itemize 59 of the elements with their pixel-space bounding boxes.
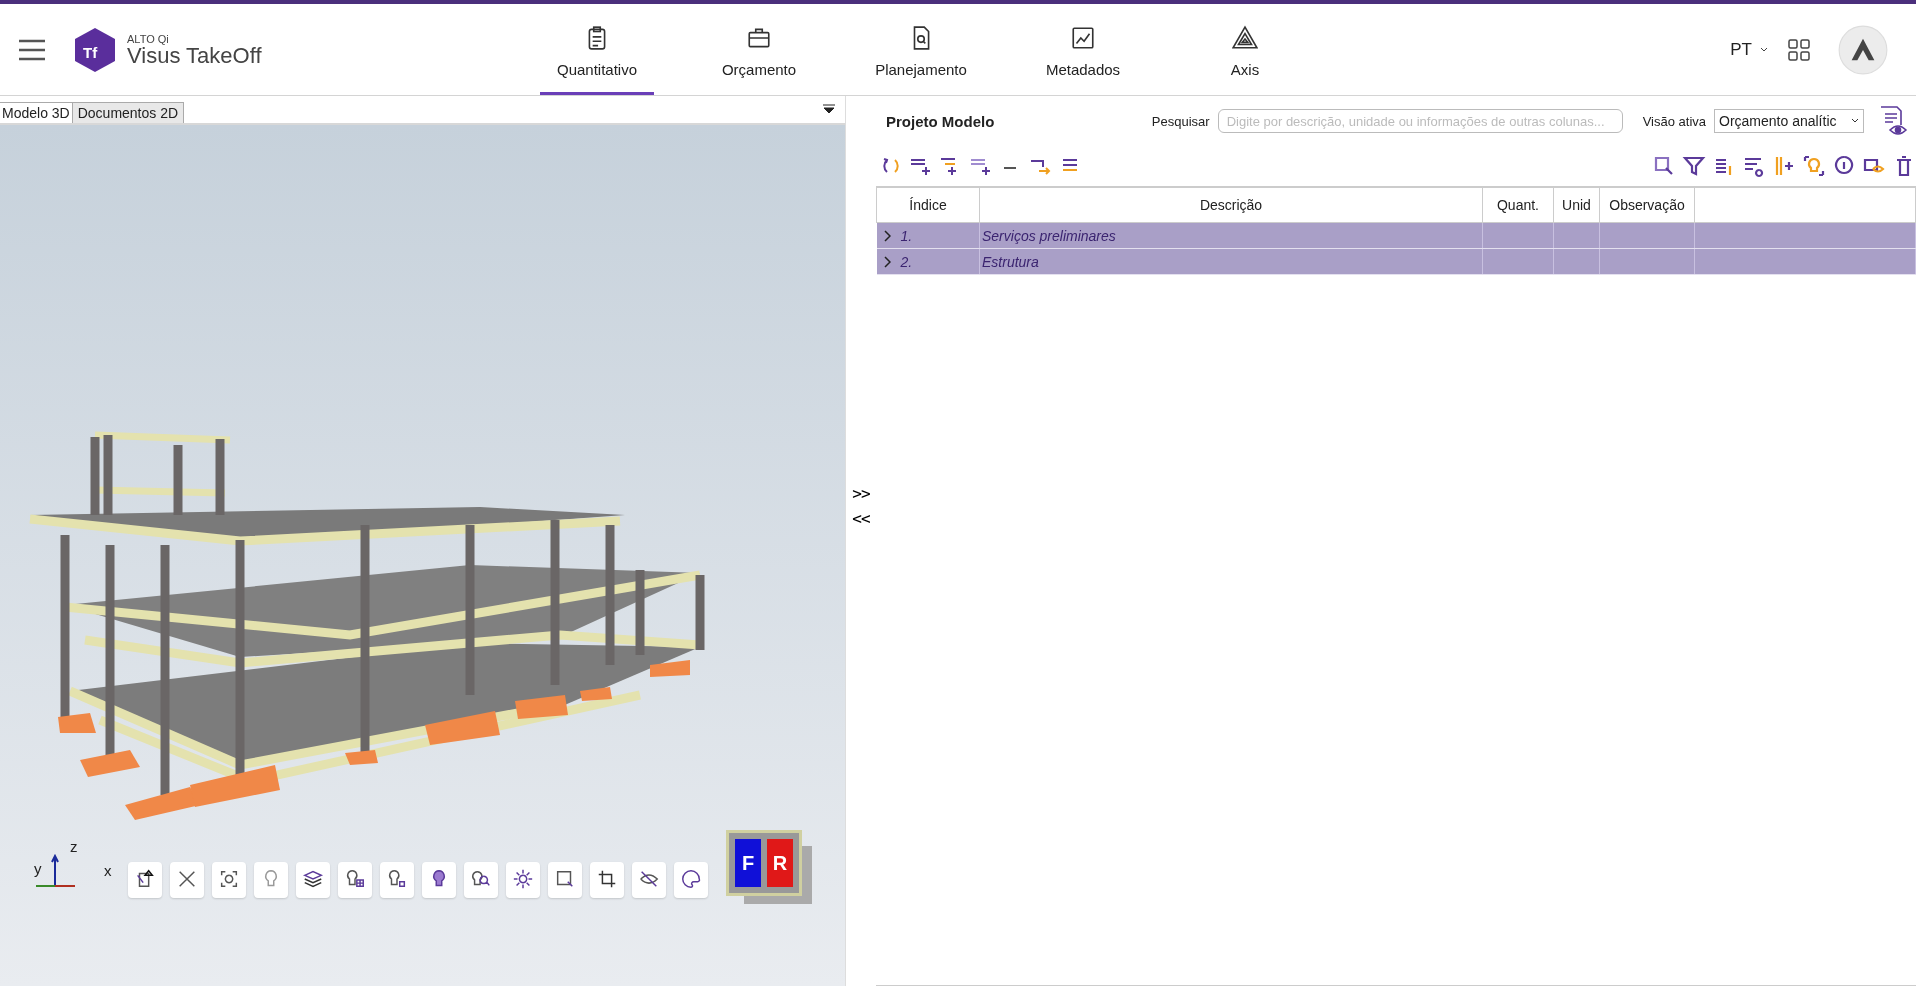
nav-tab[interactable]: Metadados	[1002, 4, 1164, 95]
3d-viewport[interactable]: z y x F R	[0, 125, 845, 986]
brand-label: ALTO Qi	[127, 32, 170, 45]
collapse-icon[interactable]	[823, 104, 835, 114]
project-title: Projeto Modelo	[886, 112, 995, 130]
table-cell: Serviços preliminares	[982, 227, 1116, 244]
lightbulb-grid-icon	[344, 868, 366, 890]
table-cell: Estrutura	[982, 253, 1039, 270]
focus-button[interactable]	[212, 862, 246, 898]
hidden-eye-icon	[638, 868, 660, 890]
focus-icon	[218, 868, 240, 890]
zoom-window-icon	[554, 868, 576, 890]
view-label: Visão ativa	[1642, 113, 1706, 129]
lightbulb-icon	[386, 868, 408, 890]
chart-icon	[1070, 24, 1096, 51]
caret-icon[interactable]	[1760, 46, 1768, 53]
app-grid-icon[interactable]	[1788, 38, 1810, 61]
table-cell: 1.	[900, 227, 913, 244]
nav-tab[interactable]: Axis	[1164, 4, 1326, 95]
filter-icon[interactable]	[1682, 154, 1706, 178]
collapse-button[interactable]: <<	[852, 509, 870, 528]
chevron-icon[interactable]	[882, 255, 891, 268]
search-field[interactable]: Digite por descrição, unidade ou informações de outras colunas...	[1217, 109, 1623, 133]
layers-button[interactable]	[296, 862, 330, 898]
view-dropdown[interactable]: Orçamento analític	[1714, 109, 1864, 133]
product-name: Visus TakeOff	[127, 44, 262, 67]
lightbulb-icon[interactable]	[1802, 154, 1826, 178]
expand-button[interactable]: >>	[852, 484, 870, 503]
caret-icon	[1851, 118, 1859, 124]
export-icon	[134, 868, 156, 890]
cube-face[interactable]: F	[735, 839, 761, 887]
nav-tab[interactable]: Quantitativo	[540, 4, 654, 95]
nav-tab[interactable]: Planejamento	[840, 4, 1002, 95]
triangle-icon	[1232, 24, 1258, 51]
axis-label: x	[104, 862, 112, 879]
language-selector[interactable]: PT	[1730, 39, 1752, 60]
logo-mark: Tf	[83, 44, 98, 61]
table-cell: 2.	[900, 253, 913, 270]
document-eye-icon[interactable]	[1878, 105, 1908, 137]
cube-face[interactable]: R	[767, 839, 793, 887]
zoom-window-button[interactable]	[548, 862, 582, 898]
lightbulb-search-button[interactable]	[464, 862, 498, 898]
hexagon-logo-icon	[75, 27, 115, 72]
axis-label: y	[34, 860, 42, 877]
search-label: Pesquisar	[1151, 113, 1210, 129]
layers-icon	[302, 868, 324, 890]
menu-icon[interactable]	[19, 38, 45, 61]
panel-tab[interactable]: Documentos 2D	[71, 102, 185, 123]
lightbulb-button[interactable]	[380, 862, 414, 898]
axis-label: z	[70, 838, 78, 855]
crop-icon	[596, 868, 618, 890]
lightbulb-button[interactable]	[422, 862, 456, 898]
user-avatar[interactable]	[1838, 24, 1888, 75]
crop-button[interactable]	[590, 862, 624, 898]
export-button[interactable]	[128, 862, 162, 898]
nav-tab[interactable]: Orçamento	[678, 4, 840, 95]
lightbulb-grid-button[interactable]	[338, 862, 372, 898]
chevron-icon[interactable]	[882, 229, 891, 242]
hidden-eye-button[interactable]	[632, 862, 666, 898]
